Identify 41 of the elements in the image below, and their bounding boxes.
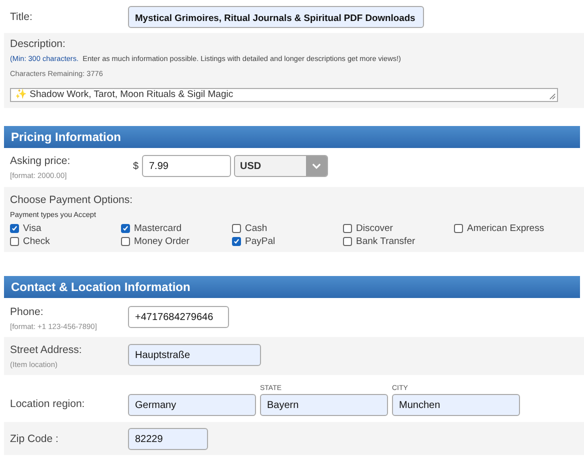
payment-checkbox[interactable]: Bank Transfer xyxy=(343,235,454,247)
checkbox[interactable] xyxy=(454,224,463,232)
zip-field[interactable]: 82229 xyxy=(128,428,208,450)
payment-checkbox[interactable]: Visa xyxy=(10,222,121,234)
checkbox[interactable] xyxy=(10,236,19,246)
street-field[interactable]: Hauptstraße xyxy=(128,344,261,366)
section-header: Contact & Location Information xyxy=(4,276,580,298)
checkbox[interactable] xyxy=(232,224,241,232)
field-label: Location region: xyxy=(10,398,86,410)
payment-checkbox[interactable]: PayPal xyxy=(232,235,343,247)
currency-symbol: $ xyxy=(133,161,140,172)
field-label: Phone: xyxy=(10,306,44,318)
field-label: Zip Code : xyxy=(10,432,60,444)
payment-checkbox[interactable]: American Express xyxy=(454,222,565,234)
section-header: Pricing Information xyxy=(4,126,580,148)
field-label: Asking price: xyxy=(10,155,72,167)
state-field[interactable]: Bayern xyxy=(260,394,388,416)
city-field[interactable]: Munchen xyxy=(392,394,520,416)
resize-handle-icon[interactable] xyxy=(549,93,556,100)
field-label: Street Address: xyxy=(10,344,83,356)
title-field[interactable]: Mystical Grimoires, Ritual Journals & Spiritual PDF Downloads xyxy=(128,6,424,28)
checkbox[interactable] xyxy=(121,236,130,246)
checkbox[interactable] xyxy=(343,224,352,232)
country-field[interactable]: Germany xyxy=(128,394,256,416)
field-label: Choose Payment Options: xyxy=(10,194,133,206)
checkbox[interactable] xyxy=(121,224,130,232)
payment-checkbox[interactable]: Money Order xyxy=(121,235,232,247)
payment-checkbox[interactable]: Discover xyxy=(343,222,454,234)
price-field[interactable]: 7.99 xyxy=(142,155,231,177)
chevron-down-icon xyxy=(312,163,321,169)
checkbox[interactable] xyxy=(232,236,241,246)
checkbox[interactable] xyxy=(10,224,19,232)
field-label: Title: xyxy=(10,10,34,22)
phone-field[interactable]: +4717684279646 xyxy=(128,306,229,328)
payment-checkbox[interactable]: Cash xyxy=(232,222,343,234)
field-label: Description: xyxy=(10,38,66,50)
checkbox[interactable] xyxy=(343,236,352,246)
description-field[interactable]: ✨ Shadow Work, Tarot, Moon Rituals & Sigil Magic xyxy=(10,88,558,102)
payment-checkbox[interactable]: Check xyxy=(10,235,121,247)
currency-select[interactable]: USD xyxy=(234,155,328,177)
payment-checkbox[interactable]: Mastercard xyxy=(121,222,232,234)
